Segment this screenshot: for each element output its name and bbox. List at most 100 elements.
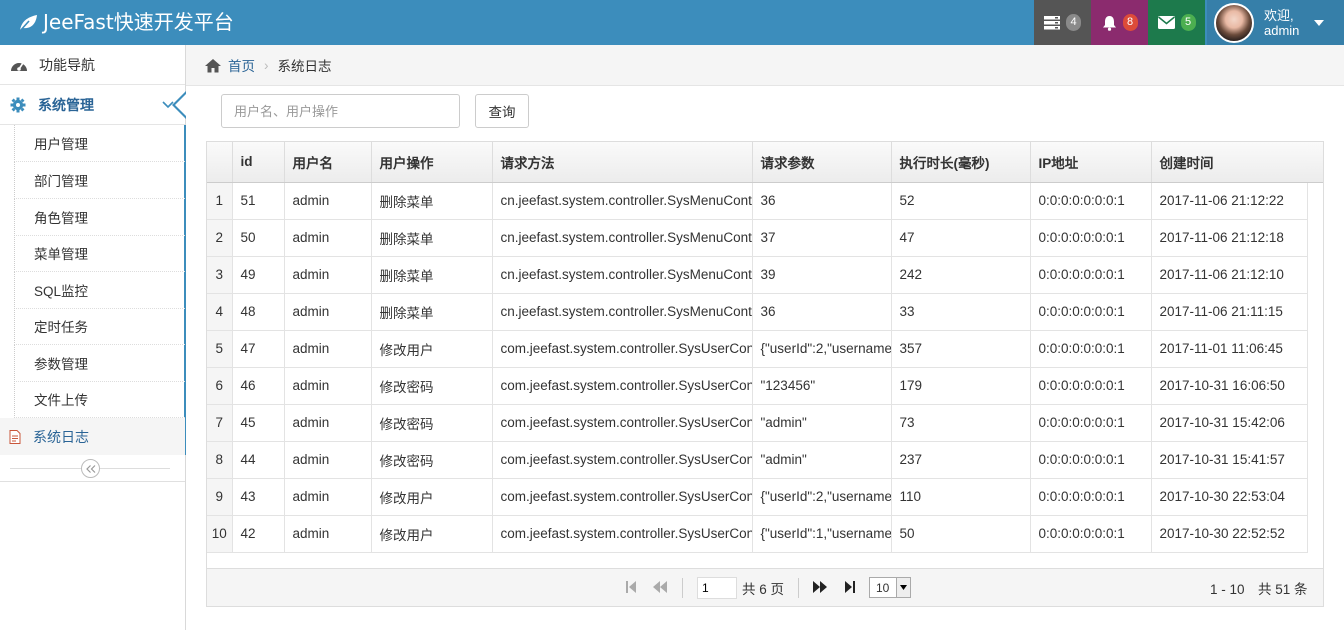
cell-time: 110 bbox=[891, 478, 1031, 516]
cell-user: admin bbox=[284, 404, 372, 442]
cell-user: admin bbox=[284, 367, 372, 405]
first-page-icon[interactable] bbox=[625, 580, 637, 594]
messages-badge: 5 bbox=[1180, 14, 1196, 31]
rows-per-page-select[interactable]: 10 bbox=[869, 577, 911, 598]
gear-icon bbox=[10, 97, 26, 112]
column-header[interactable]: id bbox=[232, 142, 285, 183]
cell-id: 47 bbox=[232, 330, 285, 368]
cell-created: 2017-10-30 22:53:04 bbox=[1151, 478, 1308, 516]
sidebar-item-system[interactable]: 系统管理 bbox=[0, 85, 186, 125]
cell-created: 2017-10-31 15:41:57 bbox=[1151, 441, 1308, 479]
column-header[interactable]: 请求方法 bbox=[492, 142, 753, 183]
cell-user: admin bbox=[284, 219, 372, 257]
envelope-icon bbox=[1157, 16, 1175, 29]
sidebar-item-nav-label: 功能导航 bbox=[39, 56, 95, 73]
app-logo[interactable]: JeeFast快速开发平台 bbox=[18, 0, 234, 45]
sidebar-item-system-log[interactable]: 系统日志 bbox=[0, 418, 185, 455]
query-button[interactable]: 查询 bbox=[475, 94, 529, 128]
sidebar-item-menus[interactable]: 菜单管理 bbox=[14, 235, 185, 272]
records-summary: 1 - 10 共 51 条 bbox=[1210, 582, 1308, 597]
cell-op: 修改密码 bbox=[371, 404, 493, 442]
cell-method: cn.jeefast.system.controller.SysMenuCont… bbox=[492, 182, 753, 220]
notifications-badge: 8 bbox=[1122, 14, 1138, 31]
cell-params: "admin" bbox=[752, 404, 892, 442]
username-label: admin bbox=[1264, 22, 1300, 38]
tasks-button[interactable]: 4 bbox=[1034, 0, 1091, 45]
cell-id: 42 bbox=[232, 515, 285, 553]
breadcrumb-separator: › bbox=[264, 57, 269, 73]
cell-params: {"userId":2,"username": bbox=[752, 478, 892, 516]
sidebar-item-roles[interactable]: 角色管理 bbox=[14, 199, 185, 236]
sidebar-collapse-button[interactable] bbox=[81, 459, 100, 478]
sidebar-item-file-upload[interactable]: 文件上传 bbox=[14, 381, 185, 418]
log-table: id 用户名 用户操作 请求方法 请求参数 执行时长(毫秒) IP地址 创建时间… bbox=[207, 142, 1308, 553]
active-pointer-icon bbox=[172, 91, 186, 119]
row-number: 3 bbox=[207, 256, 233, 294]
cell-op: 删除菜单 bbox=[371, 219, 493, 257]
table-row[interactable]: 5 47 admin 修改用户 com.jeefast.system.controlle… bbox=[207, 330, 1308, 368]
sidebar-item-users[interactable]: 用户管理 bbox=[14, 125, 185, 162]
dashboard-icon bbox=[11, 62, 27, 71]
sidebar-item-scheduled-tasks[interactable]: 定时任务 bbox=[14, 308, 185, 345]
cell-params: 36 bbox=[752, 182, 892, 220]
cell-params: "123456" bbox=[752, 367, 892, 405]
table-row[interactable]: 4 48 admin 删除菜单 cn.jeefast.system.controller… bbox=[207, 293, 1308, 331]
messages-button[interactable]: 5 bbox=[1148, 0, 1205, 45]
cell-params: 36 bbox=[752, 293, 892, 331]
row-number: 6 bbox=[207, 367, 233, 405]
cell-ip: 0:0:0:0:0:0:0:1 bbox=[1030, 367, 1152, 405]
table-row[interactable]: 6 46 admin 修改密码 com.jeefast.system.controlle… bbox=[207, 367, 1308, 405]
cell-id: 48 bbox=[232, 293, 285, 331]
column-header[interactable]: IP地址 bbox=[1030, 142, 1152, 183]
cell-user: admin bbox=[284, 182, 372, 220]
cell-params: "admin" bbox=[752, 441, 892, 479]
cell-id: 45 bbox=[232, 404, 285, 442]
page-number-input[interactable] bbox=[697, 577, 737, 599]
sidebar-item-nav[interactable]: 功能导航 bbox=[0, 45, 185, 85]
bell-icon bbox=[1102, 15, 1116, 31]
column-header[interactable]: 用户操作 bbox=[371, 142, 493, 183]
table-row[interactable]: 10 42 admin 修改用户 com.jeefast.system.controll… bbox=[207, 515, 1308, 553]
sidebar-item-label: 文件上传 bbox=[34, 393, 88, 408]
pager-separator bbox=[798, 578, 799, 598]
table-row[interactable]: 7 45 admin 修改密码 com.jeefast.system.controlle… bbox=[207, 404, 1308, 442]
sidebar-item-sql-monitor[interactable]: SQL监控 bbox=[14, 272, 185, 309]
column-header[interactable]: 执行时长(毫秒) bbox=[891, 142, 1031, 183]
notifications-button[interactable]: 8 bbox=[1091, 0, 1148, 45]
total-pages-text: 共 6 页 bbox=[742, 582, 785, 597]
cell-id: 43 bbox=[232, 478, 285, 516]
cell-user: admin bbox=[284, 293, 372, 331]
cell-op: 删除菜单 bbox=[371, 182, 493, 220]
table-row[interactable]: 9 43 admin 修改用户 com.jeefast.system.controlle… bbox=[207, 478, 1308, 516]
breadcrumb: 首页 › 系统日志 bbox=[186, 45, 1344, 86]
search-input[interactable] bbox=[221, 94, 460, 128]
next-page-icon[interactable] bbox=[813, 580, 827, 594]
table-row[interactable]: 1 51 admin 删除菜单 cn.jeefast.system.controller… bbox=[207, 182, 1308, 220]
home-icon bbox=[205, 58, 221, 72]
row-number: 5 bbox=[207, 330, 233, 368]
cell-op: 删除菜单 bbox=[371, 256, 493, 294]
last-page-icon[interactable] bbox=[844, 580, 856, 594]
cell-method: com.jeefast.system.controller.SysUserCon… bbox=[492, 367, 753, 405]
row-number: 4 bbox=[207, 293, 233, 331]
cell-params: {"userId":1,"username": bbox=[752, 515, 892, 553]
cell-created: 2017-10-30 22:52:52 bbox=[1151, 515, 1308, 553]
sidebar-item-departments[interactable]: 部门管理 bbox=[14, 162, 185, 199]
cell-time: 242 bbox=[891, 256, 1031, 294]
cell-created: 2017-11-01 11:06:45 bbox=[1151, 330, 1308, 368]
breadcrumb-home-link[interactable]: 首页 bbox=[228, 55, 255, 75]
cell-ip: 0:0:0:0:0:0:0:1 bbox=[1030, 256, 1152, 294]
sidebar-item-label: 部门管理 bbox=[34, 174, 88, 189]
column-header[interactable]: 用户名 bbox=[284, 142, 372, 183]
column-header[interactable]: 请求参数 bbox=[752, 142, 892, 183]
column-header[interactable]: 创建时间 bbox=[1151, 142, 1308, 183]
table-row[interactable]: 8 44 admin 修改密码 com.jeefast.system.controlle… bbox=[207, 441, 1308, 479]
user-menu[interactable]: 欢迎, admin bbox=[1207, 0, 1344, 45]
tasks-icon bbox=[1044, 15, 1060, 29]
cell-ip: 0:0:0:0:0:0:0:1 bbox=[1030, 515, 1152, 553]
table-row[interactable]: 2 50 admin 删除菜单 cn.jeefast.system.controller… bbox=[207, 219, 1308, 257]
prev-page-icon[interactable] bbox=[653, 580, 667, 594]
table-row[interactable]: 3 49 admin 删除菜单 cn.jeefast.system.controller… bbox=[207, 256, 1308, 294]
cell-created: 2017-11-06 21:11:15 bbox=[1151, 293, 1308, 331]
sidebar-item-parameters[interactable]: 参数管理 bbox=[14, 345, 185, 382]
